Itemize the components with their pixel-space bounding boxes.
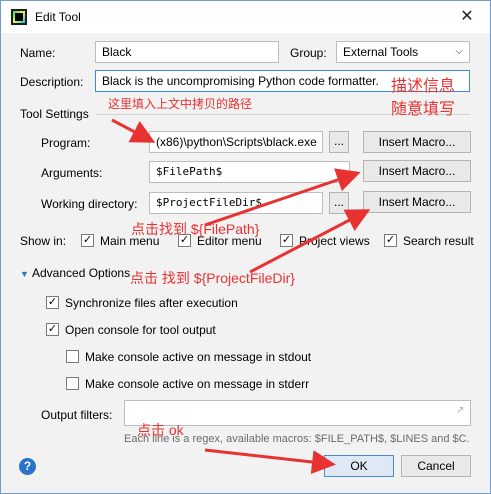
arrow-to-working-dir-macro: [249, 209, 371, 274]
annotation-arrows: [111, 118, 371, 474]
arrow-to-ok: [204, 448, 336, 474]
arrow-to-arguments-macro: [204, 168, 361, 227]
arrow-to-program: [111, 118, 156, 143]
